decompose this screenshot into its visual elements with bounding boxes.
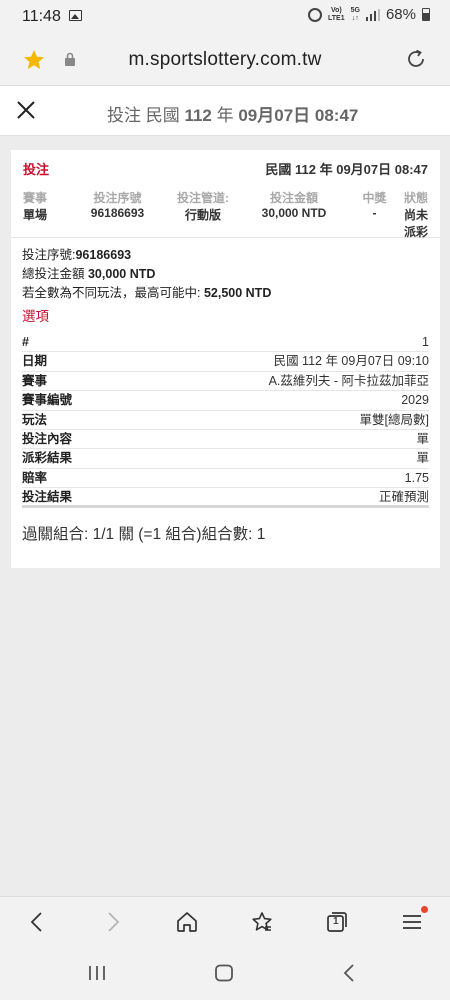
recent-apps-icon[interactable] (87, 965, 107, 981)
detail-row: #1 (22, 333, 429, 353)
detail-row: 投注結果 正確預測 (22, 488, 429, 508)
volte-indicator: Vo) LTE1 (328, 7, 345, 23)
summary-header: 投注管道: (177, 191, 229, 205)
detail-row: 投注內容 單 (22, 430, 429, 450)
home-button-icon[interactable] (214, 964, 234, 982)
title-date: 09月07日 08:47 (238, 106, 359, 125)
detail-value: 1.75 (404, 470, 429, 485)
image-notification-icon (69, 10, 82, 21)
signal-icon (365, 8, 380, 21)
total-value: 30,000 NTD (87, 267, 156, 281)
summary-value: 行動版 (184, 208, 221, 222)
detail-key: 投注結果 (22, 490, 73, 505)
total-label: 總投注金額 (22, 267, 88, 281)
browser-url-bar: m.sportslottery.com.tw (0, 34, 450, 86)
page-title: 投注 民國 112 年 09月07日 08:47 (107, 101, 358, 126)
detail-row: 賽事編號 2029 (22, 391, 429, 411)
title-prefix: 投注 民國 (107, 106, 185, 125)
serial-label: 投注序號: (22, 248, 76, 262)
alarm-icon (308, 7, 323, 22)
bet-info: 投注序號:96186693 總投注金額 30,000 NTD 若全數為不同玩法，… (11, 238, 440, 544)
url-text[interactable]: m.sportslottery.com.tw (0, 49, 450, 71)
detail-value: 單 (416, 431, 429, 446)
notification-dot (421, 906, 428, 913)
serial-line: 投注序號:96186693 (22, 246, 429, 265)
summary-header: 賽事 (23, 191, 48, 205)
summary-value: 單場 (23, 208, 48, 222)
back-icon[interactable] (25, 910, 49, 934)
detail-value: 正確預測 (378, 490, 429, 505)
maxwin-label: 若全數為不同玩法，最高可能中: (22, 286, 204, 300)
detail-table: #1 日期 民國 112 年 09月07日 09:10 賽事 A.茲維列夫 - 阿卡… (22, 333, 429, 508)
browser-toolbar: 1 (0, 896, 450, 946)
detail-value: A.茲維列夫 - 阿卡拉茲加菲亞 (268, 373, 429, 388)
menu-icon[interactable] (400, 910, 424, 934)
system-back-icon[interactable] (341, 964, 359, 982)
close-icon[interactable] (14, 98, 38, 122)
reload-icon[interactable] (404, 47, 428, 71)
detail-row: 賠率 1.75 (22, 469, 429, 489)
detail-key: 投注內容 (22, 431, 73, 446)
battery-icon (422, 8, 430, 21)
forward-icon[interactable] (101, 910, 125, 934)
system-nav-bar (0, 946, 450, 1000)
options-label: 選項 (22, 309, 49, 324)
bet-label: 投注 (23, 161, 50, 177)
detail-key: # (22, 335, 29, 349)
summary-header: 狀態 (403, 191, 428, 205)
summary-value: 尚未派彩 (403, 208, 428, 239)
detail-key: 賽事編號 (22, 393, 73, 408)
detail-key: 日期 (22, 354, 48, 369)
home-icon[interactable] (175, 910, 199, 934)
status-icons: Vo) LTE1 5G ↓↑ 68% (308, 6, 430, 23)
bet-datetime: 民國 112 年 09月07日 08:47 (265, 161, 428, 177)
title-year: 112 (184, 106, 212, 125)
summary-value: - (372, 206, 377, 220)
detail-key: 賽事 (22, 373, 48, 388)
detail-value: 民國 112 年 09月07日 09:10 (273, 354, 429, 369)
summary-header: 中獎 (362, 191, 387, 205)
summary-header: 投注序號 (93, 191, 142, 205)
summary-value: 30,000 NTD (261, 206, 327, 220)
detail-key: 賠率 (22, 470, 48, 485)
detail-value: 單 (416, 451, 429, 466)
detail-value: 1 (422, 335, 429, 349)
status-bar: 11:48 Vo) LTE1 5G ↓↑ 68% (0, 0, 450, 34)
bookmarks-icon[interactable] (250, 910, 274, 934)
page-header: 投注 民國 112 年 09月07日 08:47 (0, 86, 450, 136)
summary-value: 96186693 (90, 206, 145, 220)
serial-value: 96186693 (75, 248, 132, 262)
total-line: 總投注金額 30,000 NTD (22, 265, 429, 284)
detail-row: 派彩結果 單 (22, 449, 429, 469)
title-mid: 年 (211, 106, 239, 125)
detail-key: 玩法 (22, 412, 48, 427)
summary-header: 投注金額 (269, 191, 318, 205)
detail-value: 單雙[總局數] (359, 412, 429, 427)
bet-detail-card: 投注 民國 112 年 09月07日 08:47 賽事 投注序號 投注管道: 投… (11, 150, 440, 568)
detail-value: 2029 (401, 393, 429, 408)
maxwin-line: 若全數為不同玩法，最高可能中: 52,500 NTD (22, 284, 429, 303)
detail-key: 派彩結果 (22, 451, 73, 466)
bet-summary: 賽事 投注序號 投注管道: 投注金額 中獎 狀態 單場 96186693 行動版… (23, 189, 428, 239)
detail-row: 賽事 A.茲維列夫 - 阿卡拉茲加菲亞 (22, 372, 429, 392)
status-time: 11:48 (22, 8, 61, 25)
tab-count: 1 (333, 916, 339, 927)
5g-indicator: 5G ↓↑ (350, 6, 360, 22)
detail-row: 玩法 單雙[總局數] (22, 411, 429, 430)
parlay-summary: 過關組合: 1/1 關 (=1 組合)組合數: 1 (22, 525, 266, 543)
5g-label: 5G (350, 6, 360, 14)
lte-label: LTE1 (328, 14, 345, 22)
volte-label: Vo) (330, 6, 342, 14)
battery-percent: 68% (385, 6, 416, 23)
maxwin-value: 52,500 NTD (203, 286, 272, 300)
detail-row: 日期 民國 112 年 09月07日 09:10 (22, 352, 429, 372)
